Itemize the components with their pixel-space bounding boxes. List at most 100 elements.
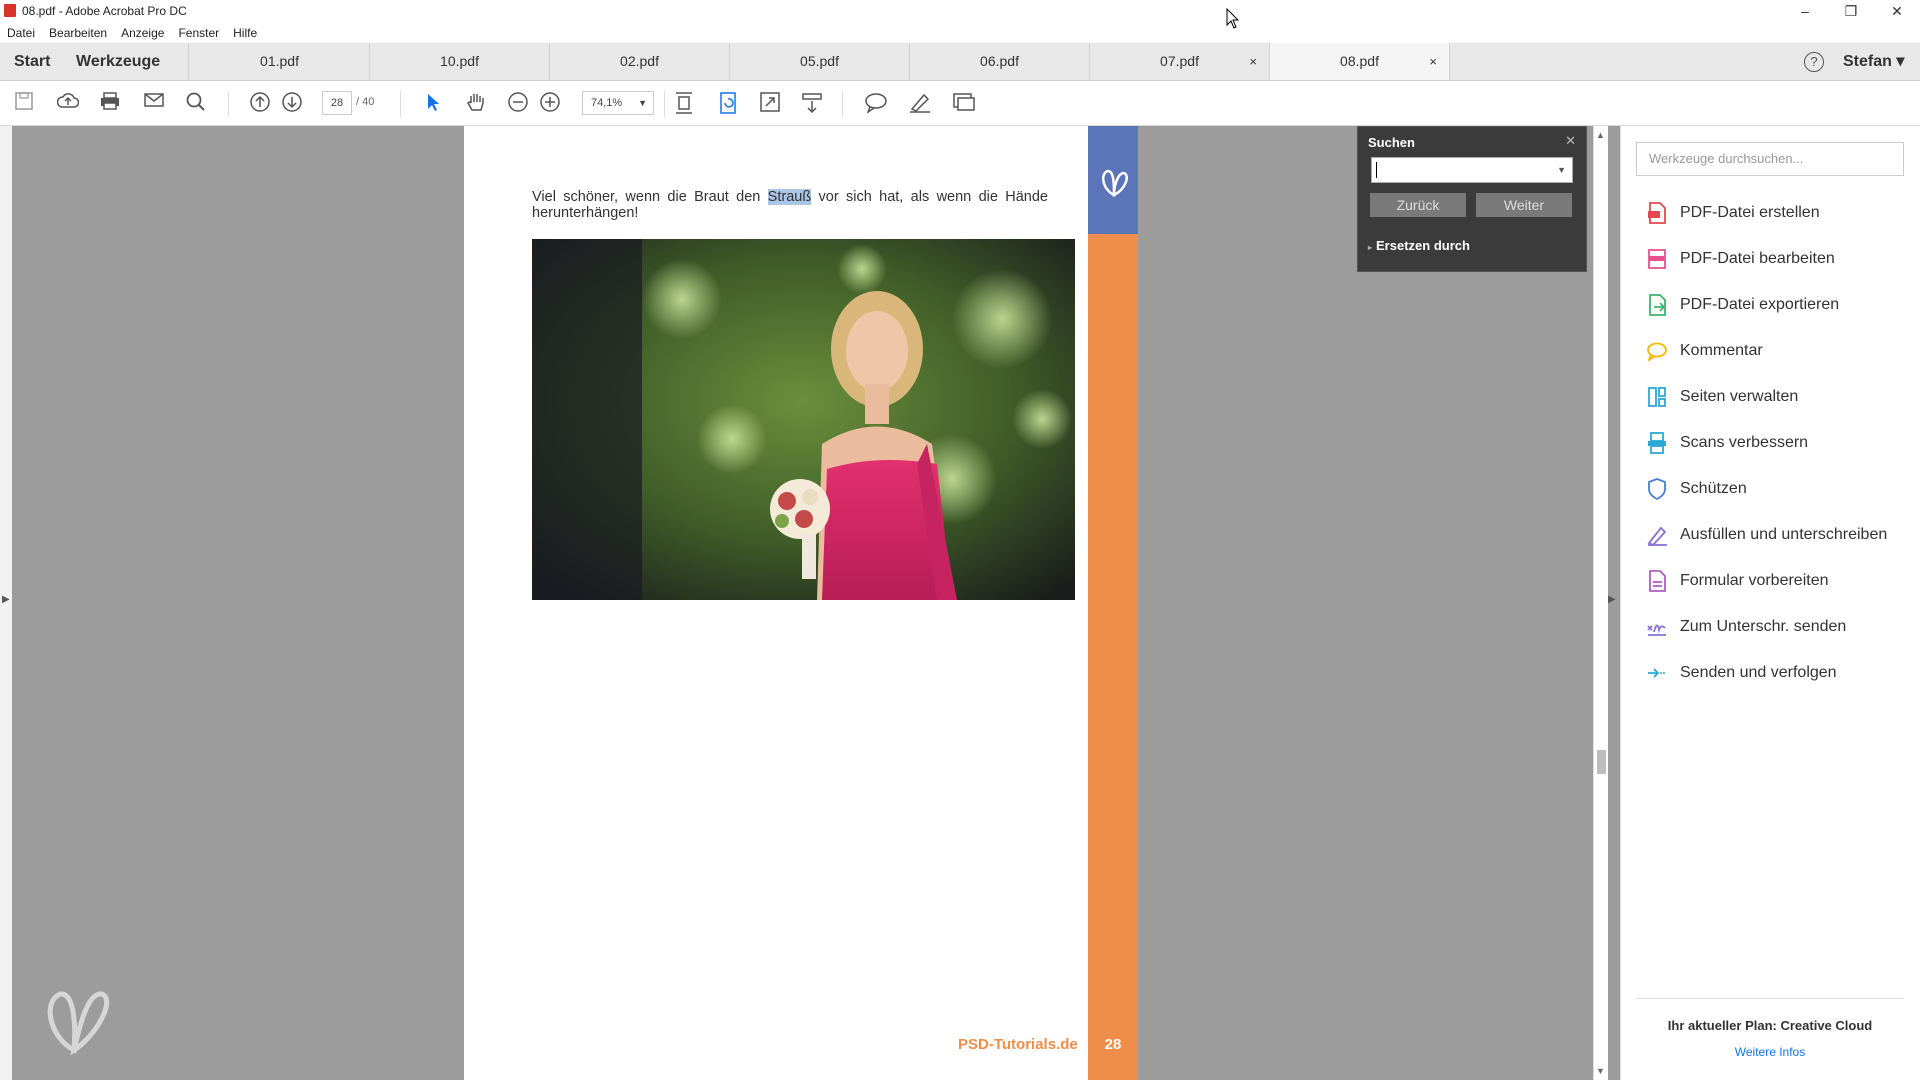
tool-ausfuellen-unterschreiben[interactable]: Ausfüllen und unterschreiben [1646, 524, 1887, 546]
upload-icon[interactable] [56, 91, 80, 115]
chevron-right-icon: ▸ [1368, 243, 1373, 252]
scroll-mode-icon[interactable] [800, 91, 824, 115]
tool-pdf-bearbeiten[interactable]: PDF-Datei bearbeiten [1646, 248, 1835, 270]
tab-document-01[interactable]: 01.pdf [190, 43, 370, 80]
tab-label: 06.pdf [980, 53, 1019, 69]
scroll-up-icon[interactable]: ▲ [1596, 130, 1605, 140]
minimize-button[interactable]: – [1782, 0, 1828, 22]
pdf-edit-icon [1646, 248, 1668, 270]
tool-label: Seiten verwalten [1680, 388, 1799, 405]
toolbar: 28 / 40 74,1% ▼ [0, 81, 1920, 126]
brand-prefix: PSD- [958, 1036, 994, 1053]
tool-kommentar[interactable]: Kommentar [1646, 340, 1763, 362]
butterfly-watermark-icon [40, 980, 120, 1056]
chevron-down-icon[interactable]: ▼ [1557, 165, 1566, 175]
tab-label: 10.pdf [440, 53, 479, 69]
expand-left-pane-icon[interactable]: ▶ [2, 594, 10, 605]
search-back-button[interactable]: Zurück [1370, 193, 1466, 217]
restore-button[interactable]: ❐ [1828, 0, 1874, 22]
fit-page-icon[interactable] [672, 91, 696, 115]
tab-document-10[interactable]: 10.pdf [370, 43, 550, 80]
tool-schuetzen[interactable]: Schützen [1646, 478, 1747, 500]
page-up-icon[interactable] [248, 91, 272, 115]
tool-senden-verfolgen[interactable]: Senden und verfolgen [1646, 662, 1837, 684]
window-controls: – ❐ ✕ [1782, 0, 1920, 22]
zoom-dropdown[interactable]: 74,1% ▼ [582, 91, 654, 115]
tab-label: 05.pdf [800, 53, 839, 69]
select-arrow-icon[interactable] [420, 91, 444, 115]
butterfly-logo-icon [1096, 165, 1132, 201]
menu-datei[interactable]: Datei [0, 22, 42, 43]
highlight-pen-icon[interactable] [908, 91, 932, 115]
tool-label: Senden und verfolgen [1680, 664, 1837, 681]
tab-document-06[interactable]: 06.pdf [910, 43, 1090, 80]
text-caret [1376, 162, 1377, 178]
zoom-out-icon[interactable] [506, 91, 530, 115]
menu-hilfe[interactable]: Hilfe [226, 22, 264, 43]
brand-suffix: Tutorials.de [993, 1036, 1078, 1053]
acrobat-logo-icon [4, 4, 16, 17]
tool-seiten-verwalten[interactable]: Seiten verwalten [1646, 386, 1798, 408]
tools-search-input[interactable]: Werkzeuge durchsuchen... [1636, 142, 1904, 176]
comment-tool-icon [1646, 340, 1668, 362]
comment-icon[interactable] [864, 91, 888, 115]
brand-footer: PSD-Tutorials.de [958, 1036, 1078, 1053]
tool-pdf-erstellen[interactable]: PDF-Datei erstellen [1646, 202, 1820, 224]
page-number-badge: 28 [1104, 1036, 1122, 1053]
tab-document-07[interactable]: 07.pdf × [1090, 43, 1270, 80]
tool-label: Kommentar [1680, 342, 1763, 359]
tool-scans-verbessern[interactable]: Scans verbessern [1646, 432, 1808, 454]
scroll-down-icon[interactable]: ▼ [1596, 1066, 1605, 1076]
tab-start[interactable]: Start [14, 43, 50, 80]
search-icon[interactable] [184, 91, 208, 115]
shield-icon [1646, 478, 1668, 500]
close-window-button[interactable]: ✕ [1874, 0, 1920, 22]
email-icon[interactable] [142, 91, 166, 115]
menu-bearbeiten[interactable]: Bearbeiten [42, 22, 114, 43]
tab-document-05[interactable]: 05.pdf [730, 43, 910, 80]
tab-label: 02.pdf [620, 53, 659, 69]
tool-label: Scans verbessern [1680, 434, 1809, 451]
close-tab-icon[interactable]: × [1249, 43, 1257, 80]
tool-formular-vorbereiten[interactable]: Formular vorbereiten [1646, 570, 1829, 592]
vertical-scrollbar[interactable]: ▲ ▼ [1593, 126, 1608, 1080]
menu-fenster[interactable]: Fenster [171, 22, 226, 43]
search-next-button[interactable]: Weiter [1476, 193, 1572, 217]
help-icon[interactable]: ? [1804, 52, 1824, 72]
save-icon[interactable] [12, 91, 36, 115]
tool-label: Ausfüllen und unterschreiben [1680, 526, 1888, 543]
search-panel-title: Suchen [1368, 135, 1415, 150]
page-down-icon[interactable] [280, 91, 304, 115]
search-highlight: Strauß [767, 189, 812, 205]
tool-pdf-exportieren[interactable]: PDF-Datei exportieren [1646, 294, 1839, 316]
print-icon[interactable] [98, 91, 122, 115]
page-number-input[interactable]: 28 [322, 91, 352, 115]
search-panel: Suchen ✕ ▼ Zurück Weiter ▸ Ersetzen durch [1357, 126, 1587, 272]
zoom-in-icon[interactable] [538, 91, 562, 115]
replace-with-toggle[interactable]: ▸ Ersetzen durch [1368, 238, 1470, 253]
full-screen-icon[interactable] [758, 91, 782, 115]
replace-label: Ersetzen durch [1376, 238, 1470, 253]
tab-document-08[interactable]: 08.pdf × [1270, 43, 1450, 80]
search-input[interactable]: ▼ [1371, 157, 1573, 183]
tab-label: 01.pdf [260, 53, 299, 69]
close-icon[interactable]: ✕ [1565, 133, 1576, 149]
share-icon[interactable] [952, 91, 976, 115]
scrollbar-thumb[interactable] [1597, 750, 1606, 774]
rotate-icon[interactable] [716, 91, 740, 115]
tool-zum-unterschreiben-senden[interactable]: Zum Unterschr. senden [1646, 616, 1846, 638]
pdf-export-icon [1646, 294, 1668, 316]
close-tab-icon[interactable]: × [1429, 43, 1437, 80]
tab-werkzeuge[interactable]: Werkzeuge [76, 43, 189, 80]
collapse-right-pane-icon[interactable]: ▶ [1608, 594, 1616, 605]
tab-document-02[interactable]: 02.pdf [550, 43, 730, 80]
toolbar-separator [664, 91, 665, 117]
user-menu[interactable]: Stefan ▾ [1843, 43, 1904, 80]
hand-icon[interactable] [464, 91, 488, 115]
divider [1636, 998, 1904, 999]
page-side-band [1088, 126, 1138, 1080]
window-title: 08.pdf - Adobe Acrobat Pro DC [22, 4, 187, 18]
more-info-link[interactable]: Weitere Infos [1636, 1045, 1904, 1059]
menu-anzeige[interactable]: Anzeige [114, 22, 171, 43]
plan-info: Ihr aktueller Plan: Creative Cloud [1667, 1018, 1873, 1033]
